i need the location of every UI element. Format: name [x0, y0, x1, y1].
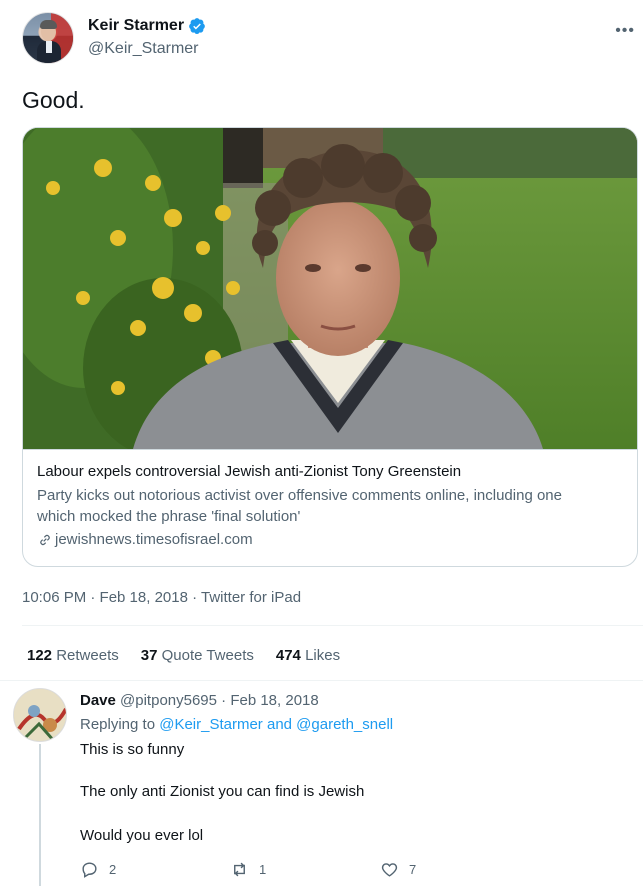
card-description: Party kicks out notorious activist over … — [37, 485, 623, 527]
reply-text-line: Would you ever lol — [80, 827, 204, 844]
card-meta: Labour expels controversial Jewish anti-… — [23, 449, 637, 566]
reply-text-line: The only anti Zionist you can find is Je… — [80, 783, 365, 800]
reply-action[interactable]: 2 — [80, 860, 230, 879]
author-name-row: Keir Starmer — [88, 17, 206, 35]
author-handle[interactable]: @Keir_Starmer — [88, 40, 199, 58]
replying-to: Replying to @Keir_Starmer and @gareth_sn… — [80, 716, 393, 733]
like-icon — [381, 863, 398, 877]
card-domain-row: jewishnews.timesofisrael.com — [37, 531, 623, 548]
reply-handle-date[interactable]: @pitpony5695 · Feb 18, 2018 — [120, 692, 319, 709]
quote-tweets-stat[interactable]: 37 Quote Tweets — [141, 647, 254, 664]
likes-stat[interactable]: 474 Likes — [276, 647, 340, 664]
card-title[interactable]: Labour expels controversial Jewish anti-… — [37, 462, 623, 482]
verified-icon — [189, 18, 205, 35]
divider — [22, 625, 643, 626]
reply-header: Dave @pitpony5695 · Feb 18, 2018 — [80, 692, 319, 709]
reply-count: 2 — [109, 862, 117, 877]
reply-tweet[interactable]: Dave @pitpony5695 · Feb 18, 2018 Replyin… — [0, 680, 643, 886]
link-card[interactable]: Labour expels controversial Jewish anti-… — [22, 127, 638, 567]
card-domain[interactable]: jewishnews.timesofisrael.com — [55, 531, 253, 548]
more-icon[interactable]: ••• — [615, 22, 635, 40]
replying-to-mentions[interactable]: @Keir_Starmer and @gareth_snell — [159, 716, 393, 733]
replying-to-label: Replying to — [80, 716, 156, 733]
link-icon — [40, 534, 50, 545]
reply-text-line: This is so funny — [80, 741, 185, 758]
card-description-line: Party kicks out notorious activist over … — [37, 487, 562, 504]
article-photo — [23, 128, 637, 449]
engagement-stats: 122 Retweets 37 Quote Tweets 474 Likes — [27, 647, 340, 664]
tweet-header: Keir Starmer @Keir_Starmer ••• — [22, 12, 643, 64]
author-display-name[interactable]: Keir Starmer — [88, 17, 184, 35]
reply-icon — [82, 862, 97, 878]
like-count: 7 — [409, 862, 417, 877]
like-action[interactable]: 7 — [380, 860, 530, 879]
tweet-text: Good. — [22, 87, 85, 113]
retweets-stat[interactable]: 122 Retweets — [27, 647, 119, 664]
card-description-line: which mocked the phrase 'final solution' — [37, 508, 301, 525]
reply-actions: 2 1 7 — [80, 860, 530, 879]
reply-avatar[interactable] — [13, 688, 67, 742]
retweet-icon — [234, 862, 245, 877]
tweet-timestamp[interactable]: 10:06 PM · Feb 18, 2018 · Twitter for iP… — [22, 589, 301, 606]
card-image[interactable] — [23, 128, 637, 449]
retweet-action[interactable]: 1 — [230, 860, 380, 879]
retweet-count: 1 — [259, 862, 267, 877]
author-avatar[interactable] — [22, 12, 74, 64]
thread-line — [39, 744, 41, 886]
reply-author-name[interactable]: Dave — [80, 692, 116, 709]
